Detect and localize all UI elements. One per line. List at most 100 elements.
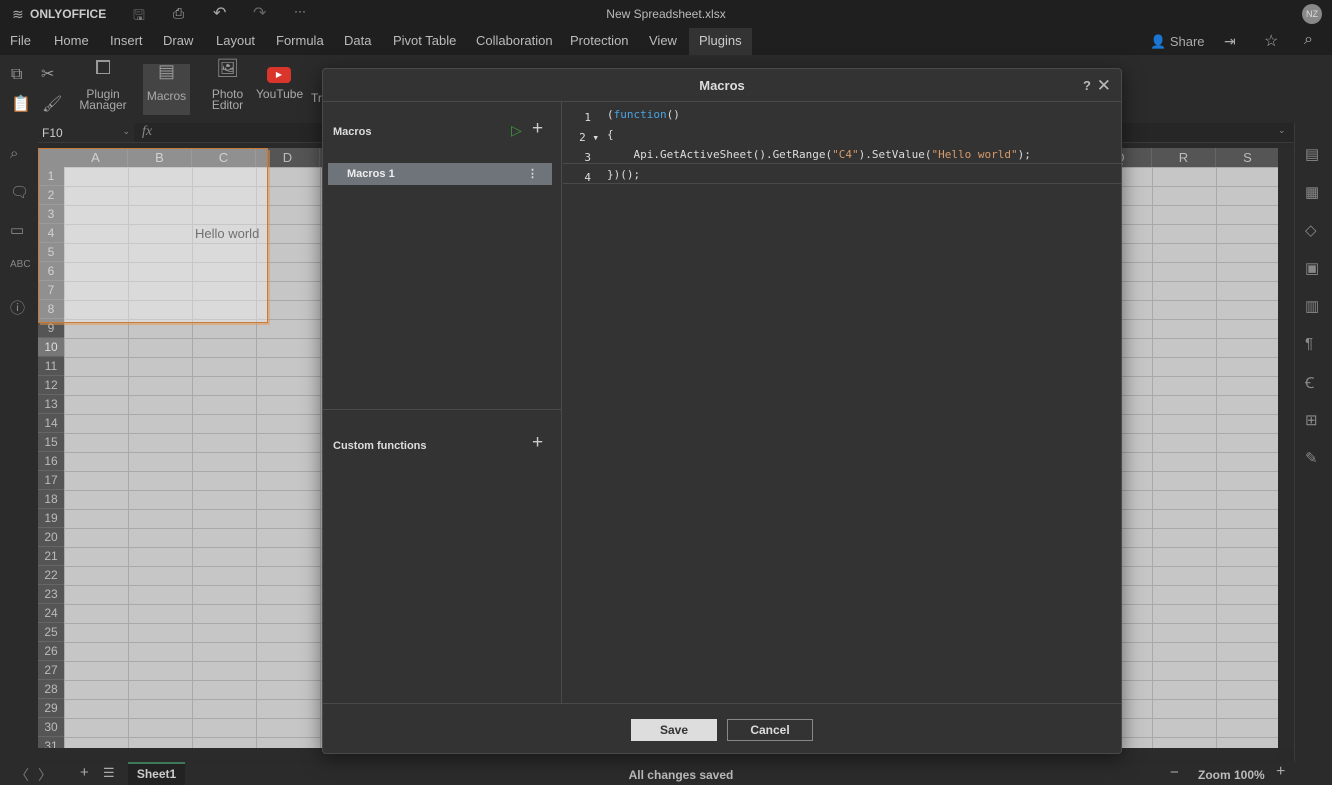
row-header-17[interactable]: 17 <box>38 471 64 490</box>
add-macro-icon[interactable]: + <box>532 118 543 140</box>
star-icon[interactable]: ☆ <box>1264 31 1278 51</box>
code-line[interactable]: { <box>607 128 614 141</box>
row-header-27[interactable]: 27 <box>38 661 64 680</box>
zoom-level[interactable]: Zoom 100% <box>1198 768 1265 782</box>
open-location-icon[interactable]: ⇥ <box>1224 33 1236 50</box>
paste-icon[interactable]: 📋 <box>11 94 31 114</box>
row-header-14[interactable]: 14 <box>38 414 64 433</box>
code-line[interactable]: })(); <box>607 168 640 181</box>
cancel-button[interactable]: Cancel <box>727 719 813 741</box>
photo-edit-icon: 🖼 <box>216 58 239 78</box>
row-header-10[interactable]: 10 <box>38 338 64 357</box>
row-header-31[interactable]: 31 <box>38 737 64 748</box>
spellcheck-icon[interactable]: ABC <box>10 259 31 270</box>
row-header-12[interactable]: 12 <box>38 376 64 395</box>
row-header-25[interactable]: 25 <box>38 623 64 642</box>
column-header-R[interactable]: R <box>1152 148 1216 167</box>
info-icon[interactable]: ⓘ <box>10 297 25 318</box>
photo-editor-button[interactable]: 🖼 Photo Editor <box>205 58 250 111</box>
row-header-15[interactable]: 15 <box>38 433 64 452</box>
code-token: ( <box>607 108 614 121</box>
search-icon[interactable]: ⌕ <box>10 145 18 162</box>
image-icon[interactable]: ▣ <box>1305 259 1319 277</box>
dialog-title: Macros <box>699 78 745 93</box>
help-icon[interactable]: ? <box>1083 69 1091 102</box>
macros-list-pane: Macros ▷ + Macros 1 ⋮ Custom functions + <box>323 102 562 703</box>
row-header-28[interactable]: 28 <box>38 680 64 699</box>
menu-formula[interactable]: Formula <box>276 33 324 48</box>
code-token: Api.GetActiveSheet().GetRange( <box>607 148 833 161</box>
row-header-30[interactable]: 30 <box>38 718 64 737</box>
menu-plugins[interactable]: Plugins <box>689 28 752 55</box>
youtube-label: YouTube <box>256 87 304 101</box>
column-header-S[interactable]: S <box>1216 148 1278 167</box>
table-icon[interactable]: ▦ <box>1305 183 1319 201</box>
cut-icon[interactable]: ✂ <box>41 64 54 84</box>
code-line[interactable]: Api.GetActiveSheet().GetRange("C4").SetV… <box>607 148 1030 161</box>
text-art-icon[interactable]: Ꞓ <box>1305 373 1314 393</box>
row-header-23[interactable]: 23 <box>38 585 64 604</box>
code-token: "C4" <box>832 148 859 161</box>
cell-settings-icon[interactable]: ▤ <box>1305 145 1319 163</box>
macros-button[interactable]: ▤ Macros <box>143 62 190 115</box>
code-token: ).SetValue( <box>858 148 932 161</box>
plugin-manager-button[interactable]: ⧠ Plugin Manager <box>78 58 128 111</box>
zoom-out-icon[interactable]: − <box>1170 764 1179 781</box>
save-button[interactable]: Save <box>631 719 717 741</box>
macro-item[interactable]: Macros 1 ⋮ <box>328 163 552 185</box>
row-header-24[interactable]: 24 <box>38 604 64 623</box>
menu-layout[interactable]: Layout <box>216 33 255 48</box>
add-function-icon[interactable]: + <box>532 432 543 454</box>
code-editor[interactable]: 1 (function() 2 ▾ {3 Api.GetActiveSheet().G… <box>563 102 1121 703</box>
title-bar: ≋ ONLYOFFICE 🖫 ⎙ ↶ ↷ ··· New Spreadsheet… <box>0 0 1332 28</box>
row-header-18[interactable]: 18 <box>38 490 64 509</box>
zoom-in-icon[interactable]: + <box>1276 763 1285 781</box>
format-painter-icon[interactable]: 🖌 <box>42 94 62 114</box>
row-header-19[interactable]: 19 <box>38 509 64 528</box>
youtube-button[interactable]: ▶ YouTube <box>256 67 304 101</box>
row-header-20[interactable]: 20 <box>38 528 64 547</box>
expand-formula-icon[interactable]: ⌄ <box>1278 125 1286 136</box>
menu-collaboration[interactable]: Collaboration <box>476 33 553 48</box>
close-icon[interactable]: ✕ <box>1097 69 1111 102</box>
row-header-13[interactable]: 13 <box>38 395 64 414</box>
comments-icon[interactable]: 🗨 <box>10 183 29 201</box>
divider <box>323 409 562 410</box>
name-box[interactable]: F10 ⌄ <box>38 123 134 142</box>
menu-data[interactable]: Data <box>344 33 371 48</box>
shape-icon[interactable]: ◇ <box>1305 221 1317 239</box>
row-header-21[interactable]: 21 <box>38 547 64 566</box>
row-header-26[interactable]: 26 <box>38 642 64 661</box>
pivot-icon[interactable]: ⊞ <box>1305 411 1318 429</box>
menu-protection[interactable]: Protection <box>570 33 629 48</box>
paragraph-icon[interactable]: ¶ <box>1305 335 1313 352</box>
chat-icon[interactable]: ▭ <box>10 221 24 239</box>
menu-pivot-table[interactable]: Pivot Table <box>393 33 456 48</box>
more-vertical-icon[interactable]: ⋮ <box>527 163 538 185</box>
menu-home[interactable]: Home <box>54 33 89 48</box>
menu-draw[interactable]: Draw <box>163 33 193 48</box>
menu-view[interactable]: View <box>649 33 677 48</box>
search-icon[interactable]: ⌕ <box>1304 31 1313 49</box>
custom-functions-label: Custom functions <box>333 440 427 452</box>
code-line[interactable]: (function() <box>607 108 680 121</box>
signature-icon[interactable]: ✎ <box>1305 449 1318 467</box>
line-number: 2 ▾ <box>579 131 599 144</box>
row-header-29[interactable]: 29 <box>38 699 64 718</box>
row-header-11[interactable]: 11 <box>38 357 64 376</box>
copy-icon[interactable]: ⧉ <box>11 66 22 84</box>
code-token: function <box>613 108 667 121</box>
share-button[interactable]: 👤 Share <box>1150 34 1205 50</box>
run-macro-icon[interactable]: ▷ <box>511 122 522 139</box>
row-header-16[interactable]: 16 <box>38 452 64 471</box>
chart-icon[interactable]: ▥ <box>1305 297 1319 315</box>
menu-insert[interactable]: Insert <box>110 33 143 48</box>
function-icon[interactable]: fx <box>142 124 152 140</box>
avatar[interactable]: NZ <box>1302 4 1322 24</box>
macros-label: Macros <box>146 89 187 103</box>
macros-section-label: Macros <box>333 126 372 138</box>
menu-file[interactable]: File <box>10 33 31 48</box>
row-header-22[interactable]: 22 <box>38 566 64 585</box>
vertical-scrollbar[interactable] <box>1278 148 1294 748</box>
active-line <box>563 163 1121 184</box>
